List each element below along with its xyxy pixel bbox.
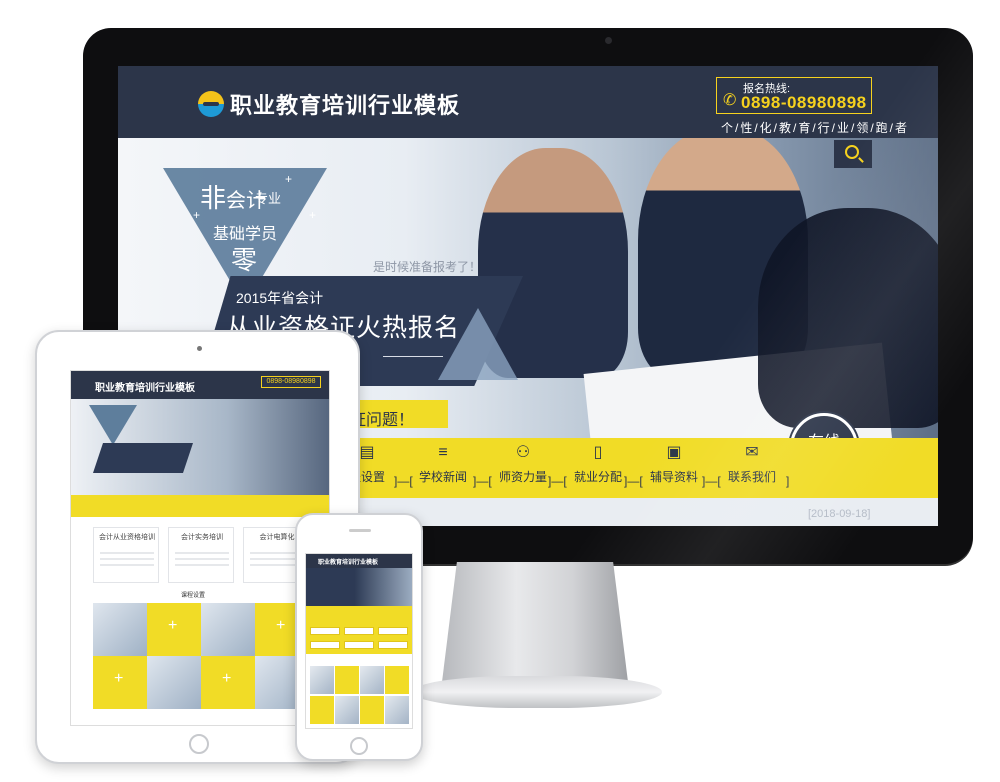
phone-device: 职业教育培训行业模板 xyxy=(295,513,423,761)
course-tile[interactable] xyxy=(201,656,255,709)
mail-icon: ✉ xyxy=(745,444,759,461)
tablet-course-card-title: 会计从业资格培训 xyxy=(99,534,155,541)
plus-decoration: + xyxy=(193,208,201,222)
course-tile-photo[interactable] xyxy=(93,603,147,656)
nav-item-contact[interactable]: ✉ 联系我们 xyxy=(707,444,797,485)
banner-ling-text: 零 xyxy=(231,245,258,275)
course-tile[interactable] xyxy=(385,666,409,694)
tablet-course-card[interactable]: 会计从业资格培训 xyxy=(93,527,159,583)
text-placeholder xyxy=(175,552,229,554)
logo-icon xyxy=(198,91,224,117)
phone-menu-item[interactable] xyxy=(310,641,340,649)
course-tile[interactable] xyxy=(335,666,359,694)
banner-photo-person xyxy=(758,208,938,428)
phone-hotline-bar xyxy=(306,606,412,624)
tablet-banner xyxy=(71,399,329,495)
phone-home-button xyxy=(350,737,368,755)
course-tile[interactable] xyxy=(360,696,384,724)
hotline-box: 报名热线: ✆ 0898-08980898 xyxy=(716,77,872,114)
users-icon: ⚇ xyxy=(515,444,531,461)
banner-photo-person xyxy=(478,148,628,378)
course-tile[interactable] xyxy=(147,603,201,656)
monitor-camera xyxy=(605,37,612,44)
tablet-home-button xyxy=(189,734,209,754)
device-mockup-stage: 职业教育培训行业模板 报名热线: ✆ 0898-08980898 个/性/化/教… xyxy=(0,0,1000,782)
tablet-banner-triangle xyxy=(89,405,137,445)
banner-zhuanye-text: 专业 xyxy=(255,191,282,206)
site-logo[interactable]: 职业教育培训行业模板 xyxy=(198,88,460,120)
course-tile-photo[interactable] xyxy=(147,656,201,709)
site-header: 职业教育培训行业模板 报名热线: ✆ 0898-08980898 个/性/化/教… xyxy=(118,66,938,138)
course-tile-photo[interactable] xyxy=(201,603,255,656)
phone-doc-icon: ▯ xyxy=(593,444,603,461)
tablet-site-title[interactable]: 职业教育培训行业模板 xyxy=(95,379,195,394)
search-icon xyxy=(845,145,859,159)
news-date: [2018-09-18] xyxy=(808,508,871,520)
phone-menu-item[interactable] xyxy=(344,641,374,649)
tablet-course-card-title: 会计实务培训 xyxy=(181,534,223,541)
phone-screen: 职业教育培训行业模板 xyxy=(305,553,413,729)
tablet-course-grid xyxy=(93,603,309,709)
phone-site-title[interactable]: 职业教育培训行业模板 xyxy=(318,557,378,566)
slogan: 个/性/化/教/育/行/业/领/跑/者 xyxy=(721,121,910,135)
search-button[interactable] xyxy=(834,140,872,168)
monitor-stand-base xyxy=(412,676,662,708)
text-placeholder xyxy=(175,558,229,560)
course-tile-photo[interactable] xyxy=(385,696,409,724)
phone-menu-item[interactable] xyxy=(378,627,408,635)
signup-label-1: 在线 xyxy=(793,428,855,438)
phone-menu-item[interactable] xyxy=(378,641,408,649)
banner-year-text: 2015年省会计 xyxy=(236,290,324,306)
course-tile-photo[interactable] xyxy=(335,696,359,724)
plus-decoration: + xyxy=(309,208,317,222)
phone-menu xyxy=(306,624,412,654)
course-tile-photo[interactable] xyxy=(310,666,334,694)
tablet-banner-band xyxy=(93,443,193,473)
text-placeholder xyxy=(100,552,154,554)
phone-menu-item[interactable] xyxy=(344,627,374,635)
text-placeholder xyxy=(100,564,154,566)
tablet-hotline: 0898-08980898 xyxy=(261,376,321,388)
tablet-nav[interactable] xyxy=(71,495,329,517)
tablet-screen: 职业教育培训行业模板 0898-08980898 会计从业资格培训 会计实务培训 xyxy=(70,370,330,726)
tablet-camera xyxy=(197,346,202,351)
monitor-stand-neck xyxy=(442,562,628,682)
banner-divider xyxy=(383,356,443,357)
phone-icon: ✆ xyxy=(723,92,737,109)
phone-speaker xyxy=(349,529,371,532)
banner-time-text: 是时候准备报考了！ xyxy=(373,260,482,274)
plus-decoration: + xyxy=(285,172,293,186)
text-placeholder xyxy=(175,564,229,566)
course-tile[interactable] xyxy=(93,656,147,709)
id-card-icon: ▣ xyxy=(666,444,682,461)
book-icon: ▤ xyxy=(359,444,375,461)
phone-menu-item[interactable] xyxy=(310,627,340,635)
phone-course-tiles xyxy=(310,666,410,726)
site-title: 职业教育培训行业模板 xyxy=(230,93,461,118)
hotline-number: 0898-08980898 xyxy=(741,93,867,112)
text-placeholder xyxy=(100,558,154,560)
nav-separator: ] xyxy=(786,474,790,488)
phone-banner xyxy=(306,568,412,606)
course-tile[interactable] xyxy=(310,696,334,724)
tablet-course-card[interactable]: 会计实务培训 xyxy=(168,527,234,583)
course-tile-photo[interactable] xyxy=(360,666,384,694)
news-icon: ≡ xyxy=(438,444,448,461)
nav-label: 联系我们 xyxy=(727,470,776,484)
tablet-section-title: 课程设置 xyxy=(181,593,206,599)
phone-site-header: 职业教育培训行业模板 xyxy=(306,554,412,568)
tablet-site-header: 职业教育培训行业模板 0898-08980898 xyxy=(71,371,329,399)
tablet-course-cards: 会计从业资格培训 会计实务培训 会计电算化 xyxy=(93,527,309,585)
